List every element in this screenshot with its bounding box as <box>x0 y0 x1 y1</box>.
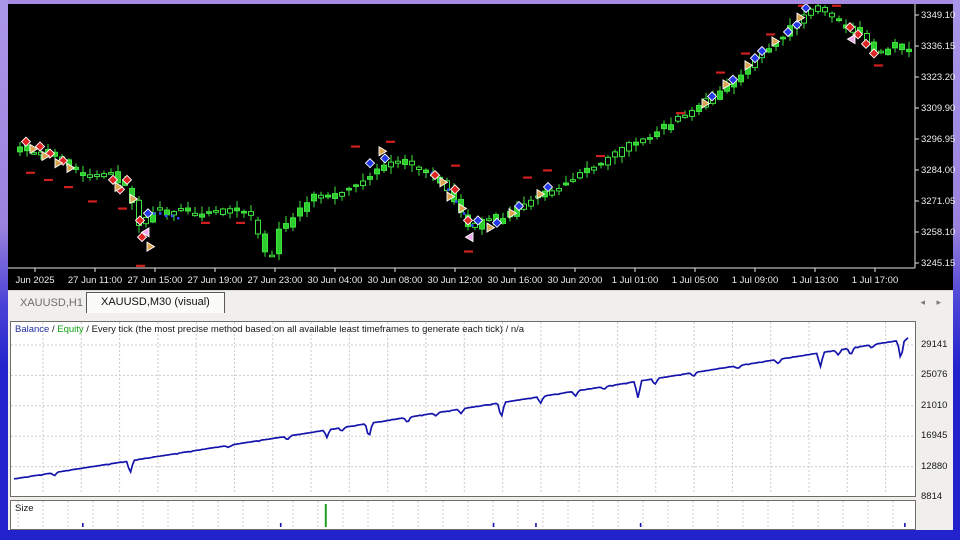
time-axis-label: 27 Jun 15:00 <box>128 275 183 286</box>
tester-report-area: Balance / Equity / Every tick (the most … <box>8 313 953 530</box>
price-axis-label: 3296.95 <box>921 134 960 145</box>
balance-axis-label: 12880 <box>921 462 947 472</box>
balance-equity-chart[interactable] <box>11 322 913 494</box>
price-axis-label: 3349.10 <box>921 10 960 21</box>
price-axis-label: 3284.00 <box>921 165 960 176</box>
time-axis-label: 27 Jun 19:00 <box>188 275 243 286</box>
time-axis-label: 1 Jul 09:00 <box>732 275 778 286</box>
tab-scroll-right-icon[interactable]: ▸ <box>936 298 941 307</box>
price-axis-label: 3271.05 <box>921 196 960 207</box>
chart-tab-bar: XAUUSD,H1 XAUUSD,M30 (visual) ◂ ▸ <box>8 290 953 314</box>
size-panel-label: Size <box>15 503 33 514</box>
balance-axis-label: 16945 <box>921 431 947 441</box>
legend-description: Every tick (the most precise method base… <box>92 324 503 335</box>
balance-chart-panel[interactable]: Balance / Equity / Every tick (the most … <box>10 321 916 497</box>
price-axis-label: 3336.15 <box>921 41 960 52</box>
price-axis-label: 3258.10 <box>921 227 960 238</box>
time-axis-label: 1 Jul 01:00 <box>612 275 658 286</box>
size-chart-panel[interactable]: Size <box>10 500 916 530</box>
price-axis-label: 3309.90 <box>921 103 960 114</box>
window-content: 3349.103336.153323.203309.903296.953284.… <box>8 4 953 530</box>
window-border-bottom <box>0 530 960 540</box>
legend-balance-label: Balance <box>15 324 49 335</box>
tab-xauusd-h1[interactable]: XAUUSD,H1 <box>20 297 83 309</box>
time-axis-label: 1 Jul 17:00 <box>852 275 898 286</box>
price-axis-label: 3245.15 <box>921 258 960 269</box>
time-axis-label: 30 Jun 04:00 <box>308 275 363 286</box>
metatrader-tester-window: 3349.10 3336.15 3323.20 3309.90 3296.95 3284.… <box>0 0 960 540</box>
size-chart[interactable] <box>11 501 913 527</box>
tab-scroll-left-icon[interactable]: ◂ <box>920 298 925 307</box>
time-axis-label: 1 Jul 05:00 <box>672 275 718 286</box>
time-axis-label: 30 Jun 12:00 <box>428 275 483 286</box>
time-axis-label: 30 Jun 20:00 <box>548 275 603 286</box>
window-border-left <box>0 0 8 540</box>
candlestick-chart-area[interactable]: 3349.103336.153323.203309.903296.953284.… <box>8 4 953 290</box>
legend-separator: / <box>84 324 92 335</box>
legend-na: n/a <box>511 324 524 335</box>
balance-axis-label: 25076 <box>921 370 947 380</box>
time-axis-label: 1 Jul 13:00 <box>792 275 838 286</box>
balance-axis-label: 8814 <box>921 492 942 502</box>
time-axis-label: 27 Jun 11:00 <box>68 275 122 286</box>
time-axis-label: 30 Jun 08:00 <box>368 275 423 286</box>
balance-chart-legend: Balance / Equity / Every tick (the most … <box>15 324 524 335</box>
time-axis-label: 27 Jun 23:00 <box>248 275 303 286</box>
balance-axis-label: 21010 <box>921 401 947 411</box>
time-axis-label: 30 Jun 16:00 <box>488 275 543 286</box>
balance-axis-label: 29141 <box>921 340 947 350</box>
legend-separator: / <box>503 324 511 335</box>
time-axis-label: Jun 2025 <box>15 275 54 286</box>
price-axis-label: 3323.20 <box>921 72 960 83</box>
tab-xauusd-m30-visual[interactable]: XAUUSD,M30 (visual) <box>86 292 225 314</box>
candlestick-chart[interactable] <box>8 4 953 290</box>
legend-equity-label: Equity <box>57 324 83 335</box>
